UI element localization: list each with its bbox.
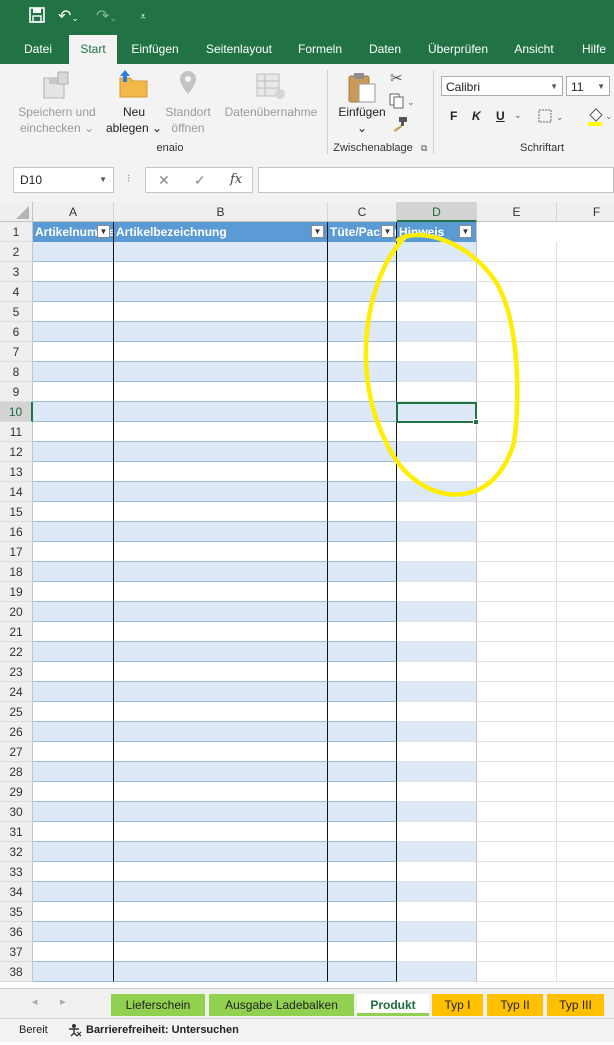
save-check-line2: einchecken: [19, 121, 81, 135]
cancel-icon[interactable]: ✕: [158, 172, 170, 189]
chevron-down-icon[interactable]: ⌄: [514, 110, 522, 121]
format-painter-icon[interactable]: [392, 116, 408, 135]
tab-start[interactable]: Start: [69, 35, 117, 64]
tab-datei[interactable]: Datei: [16, 35, 60, 64]
enter-icon[interactable]: ✓: [194, 172, 206, 189]
group-separator: [433, 70, 434, 154]
clipboard-launcher-icon[interactable]: ⧉: [421, 143, 427, 154]
new-file-icon: [117, 70, 151, 103]
undo-icon[interactable]: ↶⌄: [58, 6, 79, 29]
chevron-down-icon: ▼: [597, 82, 605, 91]
font-name-select[interactable]: Calibri ▼: [441, 76, 563, 96]
name-box-value: D10: [20, 173, 43, 187]
tab-seitenlayout[interactable]: Seitenlayout: [199, 35, 279, 64]
underline-button[interactable]: U: [496, 109, 505, 123]
sheet-tab-typ-ii[interactable]: Typ II: [487, 994, 543, 1016]
paste-icon: [346, 70, 378, 107]
worksheet-grid[interactable]: A B C D E F 1 2 3 4 5 6 7 8 9 10 11 12 13 14 15 16 17 18 1…: [0, 202, 614, 988]
paste-button[interactable]: Einfügen ⌄: [334, 104, 390, 136]
location-line1: Standort: [165, 105, 211, 119]
new-line2: ablegen: [105, 121, 149, 135]
tab-ansicht[interactable]: Ansicht: [508, 35, 560, 64]
scroll-left-icon[interactable]: ◂: [32, 995, 38, 1008]
cut-icon[interactable]: ✂: [390, 69, 403, 87]
redo-icon[interactable]: ↷⌄: [96, 6, 117, 29]
group-label-clipboard: Zwischenablage: [333, 142, 413, 154]
italic-button[interactable]: K: [472, 109, 481, 123]
sheet-tab-lieferschein[interactable]: Lieferschein: [111, 994, 205, 1016]
group-label-font: Schriftart: [519, 142, 564, 154]
sheet-tab-typ-iii[interactable]: Typ III: [547, 994, 604, 1016]
new-file-button[interactable]: Neu ablegen ⌄: [104, 104, 164, 136]
formula-input[interactable]: [258, 167, 614, 193]
tab-daten[interactable]: Daten: [362, 35, 408, 64]
ribbon-tabs: Datei Start Einfügen Seitenlayout Formel…: [0, 35, 614, 64]
tab-einfuegen[interactable]: Einfügen: [125, 35, 185, 64]
svg-text:⌄: ⌄: [605, 112, 613, 122]
tab-ueberpruefen[interactable]: Überprüfen: [420, 35, 496, 64]
sheet-tab-produkt[interactable]: Produkt: [357, 994, 429, 1016]
new-line1: Neu: [122, 105, 145, 119]
paste-label: Einfügen: [338, 105, 386, 119]
data-import-icon: [256, 72, 286, 103]
name-box[interactable]: D10 ▼: [13, 167, 114, 193]
save-check-button[interactable]: Speichern und einchecken ⌄: [14, 104, 100, 136]
title-bar: ↶⌄ ↷⌄ ⩡: [0, 0, 614, 35]
svg-text:⌄: ⌄: [407, 98, 415, 108]
status-ready: Bereit: [19, 1024, 48, 1036]
location-line2: öffnen: [171, 121, 205, 135]
customize-icon[interactable]: ⩡: [140, 6, 146, 28]
chevron-down-icon: ▼: [550, 82, 558, 91]
tab-formeln[interactable]: Formeln: [290, 35, 350, 64]
location-pin-icon: [178, 70, 198, 103]
ribbon: Speichern und einchecken ⌄ Neu ablegen ⌄…: [0, 64, 614, 159]
save-check-line1: Speichern und: [18, 105, 96, 119]
tab-hilfe[interactable]: Hilfe: [574, 35, 614, 64]
bold-button[interactable]: F: [450, 109, 457, 123]
chevron-down-icon: ▼: [99, 175, 107, 184]
status-bar: Bereit Barrierefreiheit: Untersuchen: [0, 1018, 614, 1042]
data-import-button[interactable]: Datenübernahme: [222, 104, 320, 120]
insert-function-icon[interactable]: fx: [230, 172, 242, 187]
border-icon[interactable]: ⌄: [538, 108, 566, 127]
save-check-icon: [40, 70, 72, 103]
font-size-value: 11: [571, 80, 584, 94]
save-icon[interactable]: [28, 6, 46, 31]
copy-icon[interactable]: ⌄: [389, 93, 417, 112]
accessibility-check[interactable]: Barrierefreiheit: Untersuchen: [86, 1019, 239, 1041]
font-size-select[interactable]: 11 ▼: [566, 76, 610, 96]
sheet-tab-bar: ◂ ▸ Lieferschein Ausgabe Ladebalken Prod…: [0, 988, 614, 1018]
formula-bar-grip-icon: ⁝: [127, 173, 131, 185]
scroll-right-icon[interactable]: ▸: [60, 995, 66, 1008]
fill-color-icon[interactable]: ⌄: [586, 107, 614, 130]
sheet-tab-ausgabe-ladebalken[interactable]: Ausgabe Ladebalken: [209, 994, 354, 1016]
font-name-value: Calibri: [446, 80, 481, 94]
sheet-tab-typ-i[interactable]: Typ I: [432, 994, 483, 1016]
svg-text:⌄: ⌄: [556, 113, 564, 123]
formula-buttons: ✕ ✓ fx: [145, 167, 253, 193]
open-location-button[interactable]: Standort öffnen: [162, 104, 214, 136]
yellow-annotation-circle: [363, 232, 520, 497]
group-label-enaio: enaio: [156, 142, 184, 154]
group-separator: [327, 70, 328, 154]
